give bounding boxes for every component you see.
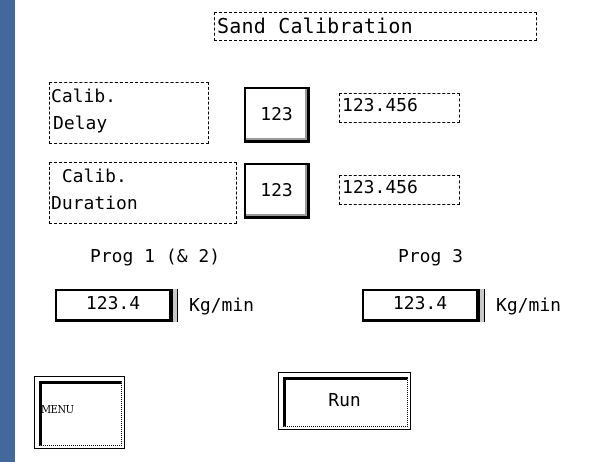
prog12-label: Prog 1 (& 2) [90, 246, 221, 267]
prog3-unit: Kg/min [496, 295, 562, 316]
run-button-label: Run [328, 390, 361, 411]
calib-duration-input[interactable]: 123 [244, 163, 310, 219]
calib-delay-readout: 123.456 [339, 93, 460, 123]
prog12-unit: Kg/min [189, 295, 255, 316]
calib-delay-label: Calib. Delay [49, 82, 209, 144]
menu-button-label: MENU [41, 403, 74, 416]
calib-duration-label-line1: Calib. [51, 166, 127, 187]
calib-delay-label-line2: Delay [53, 113, 108, 134]
prog12-rate-input[interactable]: 123.4 [55, 289, 178, 322]
run-button[interactable]: Run [278, 372, 411, 430]
calib-duration-readout: 123.456 [339, 175, 460, 205]
calib-delay-input[interactable]: 123 [244, 87, 310, 143]
page-title: Sand Calibration [214, 12, 537, 41]
prog3-label: Prog 3 [398, 246, 464, 267]
calib-duration-label-line2: Duration [51, 193, 138, 214]
calib-delay-label-line1: Calib. [51, 86, 117, 107]
calib-duration-label: Calib. Duration [49, 162, 237, 224]
prog3-rate-input[interactable]: 123.4 [362, 289, 485, 322]
calibration-panel: Sand Calibration Calib. Delay 123 123.45… [15, 0, 612, 462]
menu-button[interactable]: MENU [34, 376, 125, 449]
